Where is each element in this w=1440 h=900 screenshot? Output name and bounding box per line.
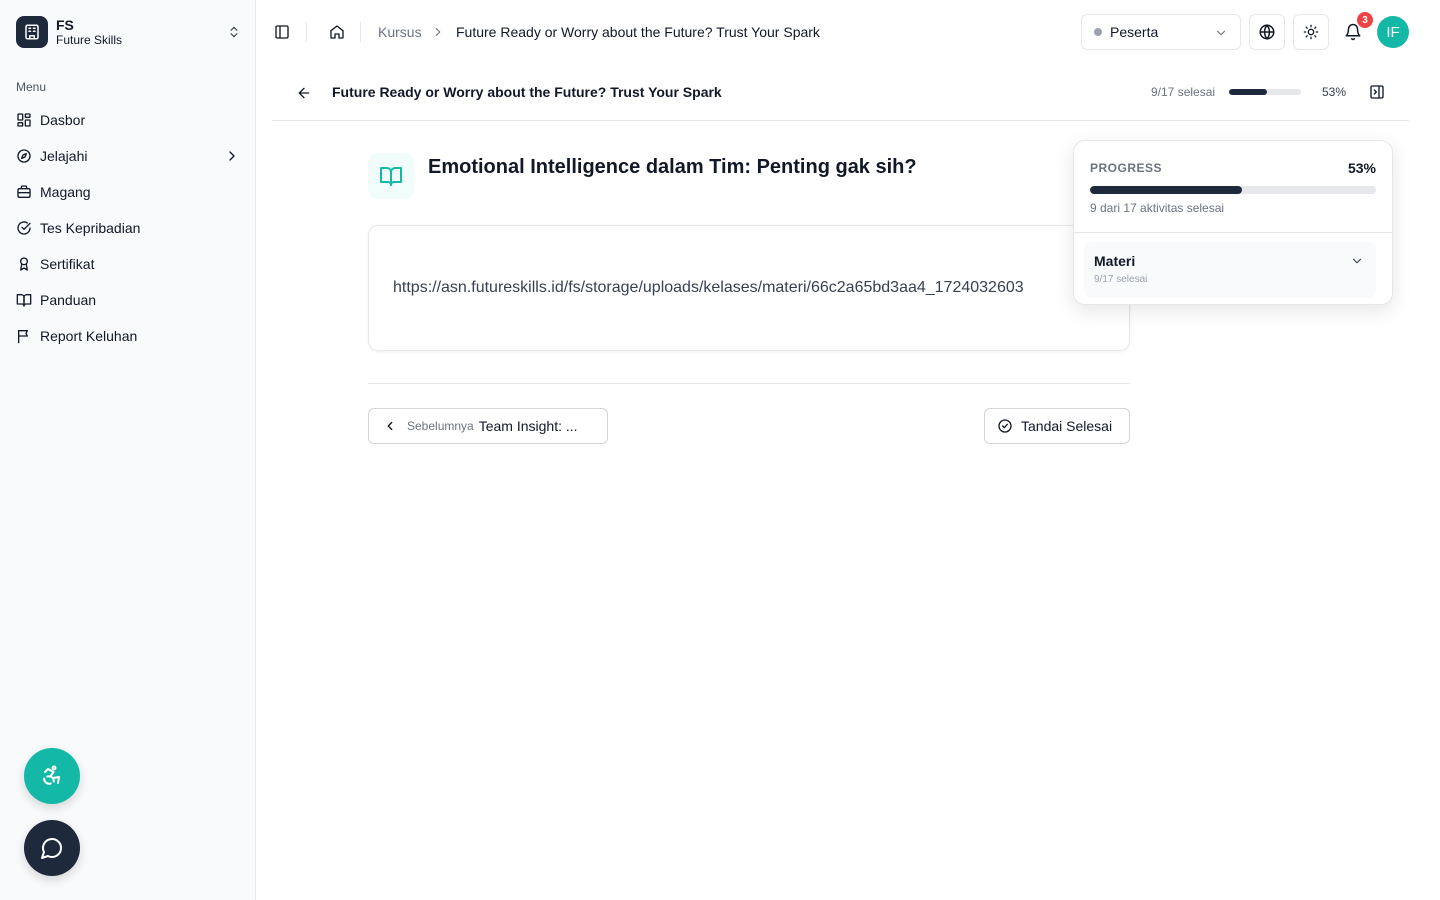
sidebar-item-label: Panduan bbox=[40, 292, 97, 308]
chevron-down-icon bbox=[1216, 30, 1226, 36]
sidebar-item-report-keluhan[interactable]: Report Keluhan bbox=[8, 318, 248, 354]
chevron-right-icon bbox=[229, 151, 235, 161]
role-select[interactable]: Peserta bbox=[1081, 14, 1241, 50]
sidebar-item-label: Sertifikat bbox=[40, 256, 95, 272]
panel-toggle-icon[interactable] bbox=[1367, 82, 1387, 102]
progress-percent: 53% bbox=[1347, 160, 1376, 176]
lesson-title: Emotional Intelligence dalam Tim: Pentin… bbox=[428, 156, 917, 178]
progress-summary: 9 dari 17 aktivitas selesai bbox=[1090, 201, 1225, 215]
divider bbox=[1074, 232, 1392, 233]
course-title: Future Ready or Worry about the Future? … bbox=[332, 84, 722, 100]
completion-count: 9/17 selesai bbox=[1151, 85, 1216, 99]
accessibility-icon bbox=[43, 765, 60, 785]
sidebar-item-label: Report Keluhan bbox=[40, 328, 138, 344]
progress-label: PROGRESS bbox=[1090, 161, 1163, 175]
sun-icon bbox=[1303, 24, 1319, 40]
flag-icon bbox=[18, 330, 28, 344]
sidebar-toggle-icon[interactable] bbox=[272, 22, 292, 42]
mark-done-button[interactable]: Tandai Selesai bbox=[984, 408, 1130, 444]
divider bbox=[368, 383, 1130, 384]
progress-bar bbox=[1090, 186, 1376, 194]
role-value: Peserta bbox=[1110, 24, 1159, 40]
section-progress: 9/17 selesai bbox=[1094, 274, 1148, 285]
sidebar-item-jelajahi[interactable]: Jelajahi bbox=[8, 138, 248, 174]
chevrons-up-down-icon[interactable] bbox=[226, 23, 242, 41]
sidebar-item-label: Jelajahi bbox=[40, 148, 88, 164]
course-header: Future Ready or Worry about the Future? … bbox=[272, 64, 1409, 121]
progress-fill bbox=[1090, 186, 1242, 194]
chat-icon bbox=[41, 838, 62, 859]
brand-name: Future Skills bbox=[56, 32, 123, 47]
arrow-left-icon[interactable] bbox=[294, 83, 314, 103]
material-card: https://asn.futureskills.id/fs/storage/u… bbox=[368, 225, 1130, 351]
previous-label: Sebelumnya bbox=[407, 419, 474, 433]
course-progress-bar bbox=[1229, 89, 1301, 95]
briefcase-icon bbox=[17, 185, 31, 198]
check-circle-icon bbox=[17, 221, 31, 235]
sidebar-nav: Dasbor Jelajahi Magang Tes Kepribadian S… bbox=[8, 102, 248, 354]
sidebar-item-panduan[interactable]: Panduan bbox=[8, 282, 248, 318]
chat-button[interactable] bbox=[24, 820, 80, 876]
language-button[interactable] bbox=[1249, 14, 1285, 50]
award-icon bbox=[19, 257, 28, 271]
previous-button[interactable]: Sebelumnya Team Insight: ... bbox=[368, 408, 608, 444]
sidebar-item-label: Magang bbox=[40, 184, 91, 200]
home-icon[interactable] bbox=[327, 22, 347, 42]
material-link[interactable]: https://asn.futureskills.id/fs/storage/u… bbox=[393, 279, 1024, 297]
section-title: Materi bbox=[1094, 253, 1136, 269]
menu-label: Menu bbox=[16, 80, 47, 94]
sidebar-item-label: Dasbor bbox=[40, 112, 86, 128]
section-materi[interactable]: Materi 9/17 selesai bbox=[1084, 242, 1376, 298]
previous-title: Team Insight: ... bbox=[478, 418, 578, 434]
course-progress-percent: 53% bbox=[1322, 85, 1347, 99]
sidebar: FS Future Skills Menu Dasbor Jelajahi Ma… bbox=[0, 0, 256, 900]
sidebar-item-dasbor[interactable]: Dasbor bbox=[8, 102, 248, 138]
accessibility-button[interactable] bbox=[24, 748, 80, 804]
divider bbox=[306, 22, 307, 42]
chevron-down-icon bbox=[1352, 258, 1362, 264]
course-progress-fill bbox=[1229, 89, 1268, 95]
sidebar-item-sertifikat[interactable]: Sertifikat bbox=[8, 246, 248, 282]
breadcrumb-current: Future Ready or Worry about the Future? … bbox=[456, 24, 820, 40]
sidebar-item-magang[interactable]: Magang bbox=[8, 174, 248, 210]
progress-panel: PROGRESS 53% 9 dari 17 aktivitas selesai… bbox=[1073, 140, 1393, 305]
brand-abbr: FS bbox=[56, 16, 74, 33]
chevron-right-icon bbox=[430, 22, 446, 42]
grid-icon bbox=[17, 113, 31, 127]
chevron-left-icon bbox=[387, 421, 393, 431]
brand-logo bbox=[16, 16, 48, 48]
book-open-icon bbox=[368, 153, 414, 199]
sidebar-item-label: Tes Kepribadian bbox=[40, 220, 141, 236]
topbar: Kursus Future Ready or Worry about the F… bbox=[256, 0, 1440, 64]
compass-icon bbox=[17, 149, 31, 163]
book-open-icon bbox=[16, 294, 32, 307]
avatar[interactable]: IF bbox=[1377, 16, 1409, 48]
notification-badge: 3 bbox=[1357, 12, 1373, 28]
check-circle-icon bbox=[998, 419, 1012, 433]
mark-done-label: Tandai Selesai bbox=[1021, 418, 1113, 434]
sidebar-item-tes-kepribadian[interactable]: Tes Kepribadian bbox=[8, 210, 248, 246]
divider bbox=[360, 22, 361, 42]
theme-toggle-button[interactable] bbox=[1293, 14, 1329, 50]
brand-switcher[interactable]: FS Future Skills bbox=[16, 15, 242, 49]
status-dot bbox=[1094, 28, 1102, 36]
globe-icon bbox=[1259, 24, 1275, 40]
breadcrumb-kursus[interactable]: Kursus bbox=[378, 23, 422, 41]
